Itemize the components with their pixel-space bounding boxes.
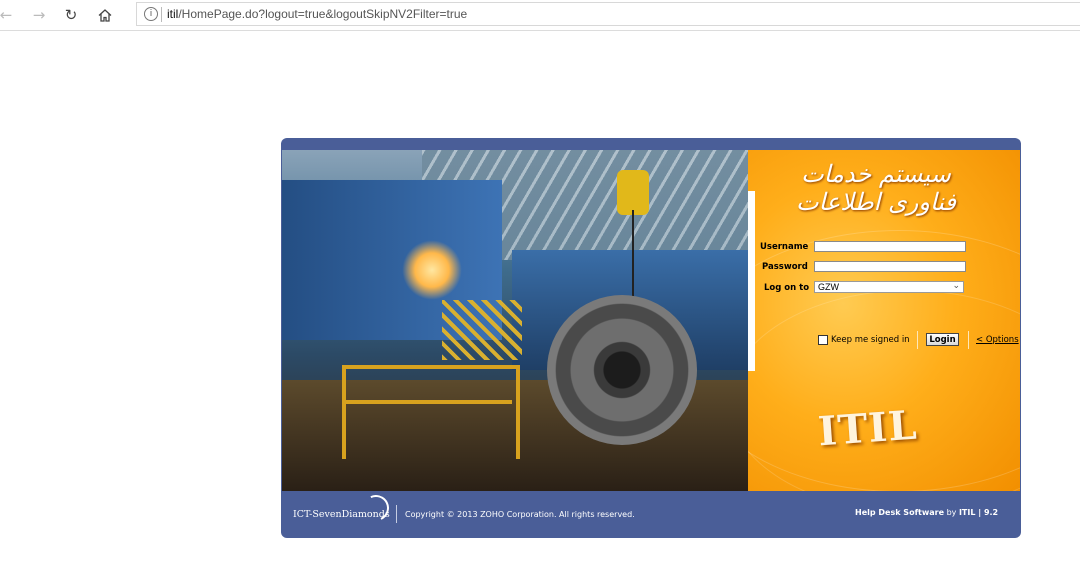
version-separator: | [975,508,984,517]
home-icon[interactable] [93,3,117,27]
login-panel: سیستم خدمات فناوری اطلاعات Username Pass… [281,138,1021,538]
product-by: by [944,508,959,517]
username-label: Username [760,242,809,252]
footer-divider [396,505,397,523]
itil-logo: ITIL [816,401,919,456]
browser-toolbar: ← → ↻ i itil/HomePage.do?logout=true&log… [0,0,1080,31]
form-edge [748,191,755,371]
product-name: Help Desk Software [855,508,945,517]
keep-signed-in[interactable]: Keep me signed in [818,335,910,345]
refresh-icon[interactable]: ↻ [59,3,83,27]
divider [917,331,918,349]
address-bar[interactable]: i itil/HomePage.do?logout=true&logoutSki… [136,2,1080,26]
photo-railing [342,365,520,459]
background-arc-2 [748,290,1020,491]
options-link[interactable]: < Options [976,335,1019,345]
product-info: Help Desk Software by ITIL | 9.2 [855,508,998,517]
domain-select[interactable]: GZW ⌄ [814,281,964,293]
password-input[interactable] [814,261,966,272]
logon-to-label: Log on to [764,283,810,293]
photo-stairs [442,300,522,360]
domain-selected-value: GZW [818,282,839,292]
keep-signed-in-label: Keep me signed in [831,335,910,345]
home-icon-glyph [98,8,112,22]
login-form-area: سیستم خدمات فناوری اطلاعات Username Pass… [748,150,1020,491]
photo-railing-bar [342,400,512,404]
photo-crane-hook [617,170,649,215]
username-input[interactable] [814,241,966,252]
address-separator [161,7,162,22]
back-arrow-icon[interactable]: ← [0,3,18,27]
password-label: Password [762,262,808,272]
photo-steel-coil [547,295,697,445]
steel-mill-photo [282,150,748,491]
divider [968,331,969,349]
chevron-down-icon: ⌄ [952,281,960,291]
copyright-text: Copyright © 2013 ZOHO Corporation. All r… [405,510,635,519]
url-host: itil [167,7,179,21]
product-version: 9.2 [983,508,999,517]
photo-light [402,240,462,300]
persian-title: سیستم خدمات فناوری اطلاعات [796,160,956,216]
login-button[interactable]: Login [926,333,959,346]
forward-arrow-icon[interactable]: → [27,3,51,27]
url-path: /HomePage.do?logout=true&logoutSkipNV2Fi… [178,7,468,21]
url-text: itil/HomePage.do?logout=true&logoutSkipN… [167,7,467,21]
product-brand: ITIL [958,508,976,517]
company-logo-text: ICT-SevenDiamonds [293,509,390,520]
info-icon[interactable]: i [144,7,158,21]
keep-signed-in-checkbox[interactable] [818,335,828,345]
